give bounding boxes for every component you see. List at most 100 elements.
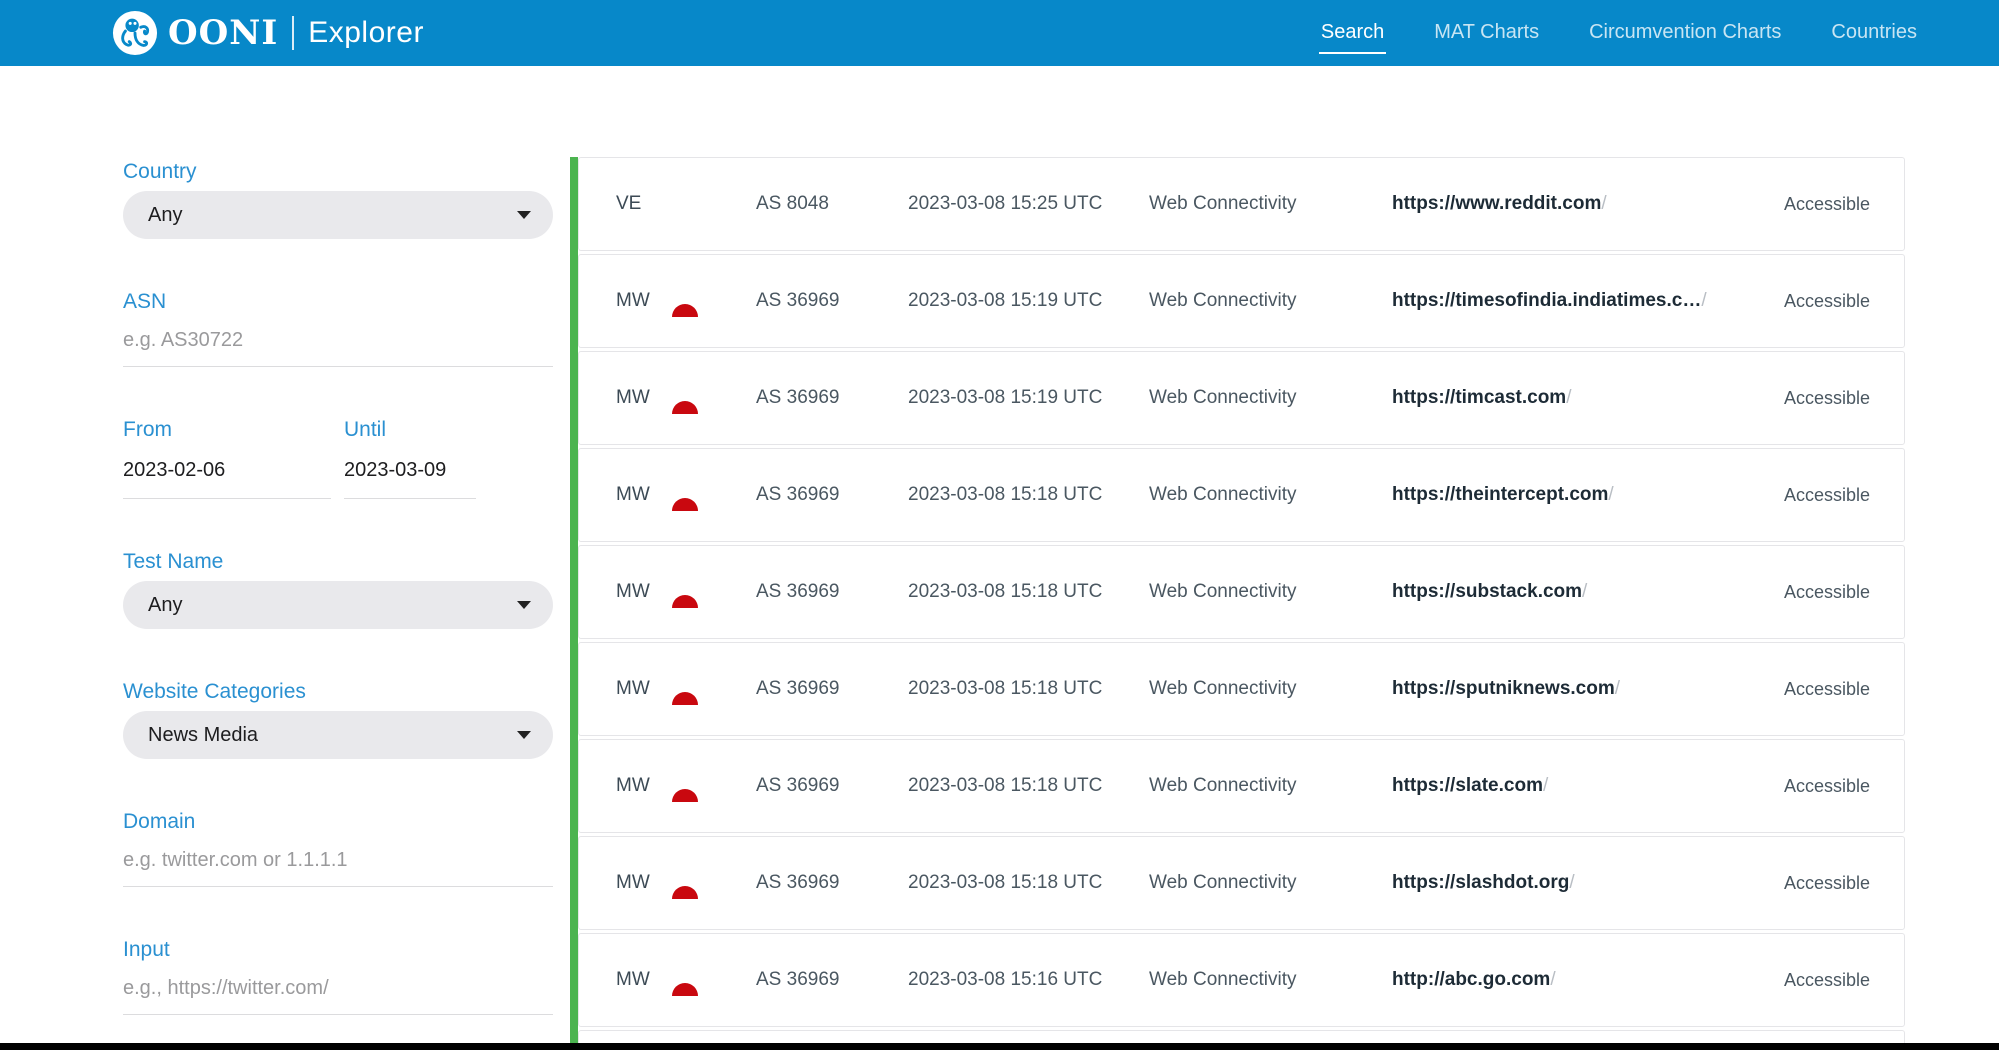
domain-filter-label: Domain [123,810,553,834]
test-name-value: Web Connectivity [1149,387,1392,409]
measurement-url: https://www.reddit.com/ [1392,193,1784,215]
asn-filter-label: ASN [123,290,553,314]
nav-link-mat-charts[interactable]: MAT Charts [1432,13,1541,54]
measurement-row[interactable]: VE AS 8048 2023-03-08 15:25 UTC Web Conn… [578,157,1905,251]
website-categories-filter-group: Website Categories News Media [123,680,553,759]
asn-filter-group: ASN [123,290,553,367]
domain-filter-group: Domain [123,810,553,887]
measurement-row[interactable]: MW AS 36969 2023-03-08 15:18 UTC Web Con… [578,739,1905,833]
measurement-url: https://timcast.com/ [1392,387,1784,409]
results-list: VE AS 8048 2023-03-08 15:25 UTC Web Conn… [570,157,1905,1050]
asn-value: AS 36969 [756,678,908,700]
asn-value: AS 36969 [756,775,908,797]
measurement-row[interactable]: MW AS 36969 2023-03-08 15:18 UTC Web Con… [578,545,1905,639]
measurement-timestamp: 2023-03-08 15:18 UTC [908,484,1149,506]
country-code: MW [616,872,661,894]
website-categories-label: Website Categories [123,680,553,704]
country-code: MW [616,387,661,409]
measurement-rows: VE AS 8048 2023-03-08 15:25 UTC Web Conn… [578,157,1905,1027]
chevron-down-icon [517,731,531,739]
test-name-select[interactable]: Any [123,581,553,629]
country-code: MW [616,484,661,506]
measurement-timestamp: 2023-03-08 15:18 UTC [908,775,1149,797]
measurement-row[interactable]: MW AS 36969 2023-03-08 15:19 UTC Web Con… [578,254,1905,348]
measurement-row[interactable]: MW AS 36969 2023-03-08 15:18 UTC Web Con… [578,836,1905,930]
measurement-row[interactable]: MW AS 36969 2023-03-08 15:18 UTC Web Con… [578,448,1905,542]
test-name-select-value: Any [148,594,182,617]
test-name-filter-label: Test Name [123,550,553,574]
asn-value: AS 36969 [756,387,908,409]
nav-link-countries[interactable]: Countries [1829,13,1919,54]
status-label: Accessible [1784,582,1870,603]
bottom-edge-bar [0,1043,1999,1050]
status-label: Accessible [1784,776,1870,797]
test-name-filter-group: Test Name Any [123,550,553,629]
measurement-timestamp: 2023-03-08 15:18 UTC [908,678,1149,700]
until-date-input[interactable] [344,449,476,499]
until-date-label: Until [344,418,476,442]
country-filter-label: Country [123,160,553,184]
chevron-down-icon [517,601,531,609]
brand-name: OONI [168,16,278,50]
measurement-timestamp: 2023-03-08 15:16 UTC [908,969,1149,991]
from-date-input[interactable] [123,449,331,499]
website-categories-select[interactable]: News Media [123,711,553,759]
status-label: Accessible [1784,291,1870,312]
country-code: MW [616,290,661,312]
brand-subname: Explorer [308,18,424,48]
nav-link-search[interactable]: Search [1319,13,1386,54]
website-categories-select-value: News Media [148,724,258,747]
status-label: Accessible [1784,679,1870,700]
input-filter-label: Input [123,938,553,962]
test-name-value: Web Connectivity [1149,872,1392,894]
asn-input[interactable] [123,321,553,367]
measurement-timestamp: 2023-03-08 15:18 UTC [908,581,1149,603]
asn-value: AS 36969 [756,290,908,312]
test-name-value: Web Connectivity [1149,290,1392,312]
asn-value: AS 36969 [756,969,908,991]
country-code: MW [616,775,661,797]
country-code: MW [616,678,661,700]
until-date-group: Until [344,418,476,499]
status-label: Accessible [1784,485,1870,506]
status-label: Accessible [1784,194,1870,215]
measurement-url: https://timesofindia.indiatimes.c…/ [1392,290,1784,312]
test-name-value: Web Connectivity [1149,775,1392,797]
measurement-row[interactable]: MW AS 36969 2023-03-08 15:16 UTC Web Con… [578,933,1905,1027]
brand-divider [292,16,294,50]
test-name-value: Web Connectivity [1149,969,1392,991]
measurement-url: https://theintercept.com/ [1392,484,1784,506]
country-select[interactable]: Any [123,191,553,239]
country-code: VE [616,193,661,215]
date-range-group: From Until [123,418,553,499]
status-label: Accessible [1784,873,1870,894]
measurement-row[interactable]: MW AS 36969 2023-03-08 15:19 UTC Web Con… [578,351,1905,445]
domain-input[interactable] [123,841,553,887]
measurement-url: https://slate.com/ [1392,775,1784,797]
test-name-value: Web Connectivity [1149,678,1392,700]
from-date-group: From [123,418,331,499]
measurement-timestamp: 2023-03-08 15:19 UTC [908,290,1149,312]
test-name-value: Web Connectivity [1149,484,1392,506]
filter-sidebar: Country Any ASN From Until Test Name Any [123,66,553,1050]
measurement-row[interactable]: MW AS 36969 2023-03-08 15:18 UTC Web Con… [578,642,1905,736]
asn-value: AS 36969 [756,872,908,894]
input-input[interactable] [123,969,553,1015]
measurement-url: https://slashdot.org/ [1392,872,1784,894]
nav-link-circumvention-charts[interactable]: Circumvention Charts [1587,13,1783,54]
measurement-timestamp: 2023-03-08 15:25 UTC [908,193,1149,215]
partial-next-row [578,1030,1905,1043]
page-content: Country Any ASN From Until Test Name Any [0,66,1999,1050]
measurement-timestamp: 2023-03-08 15:19 UTC [908,387,1149,409]
country-filter-group: Country Any [123,160,553,239]
measurement-url: https://sputniknews.com/ [1392,678,1784,700]
brand-logo[interactable]: OONI Explorer [112,10,424,56]
measurement-timestamp: 2023-03-08 15:18 UTC [908,872,1149,894]
chevron-down-icon [517,211,531,219]
country-code: MW [616,581,661,603]
country-code: MW [616,969,661,991]
country-select-value: Any [148,204,182,227]
asn-value: AS 36969 [756,484,908,506]
ooni-octopus-icon [112,10,158,56]
nav-links: Search MAT Charts Circumvention Charts C… [1319,13,1919,54]
